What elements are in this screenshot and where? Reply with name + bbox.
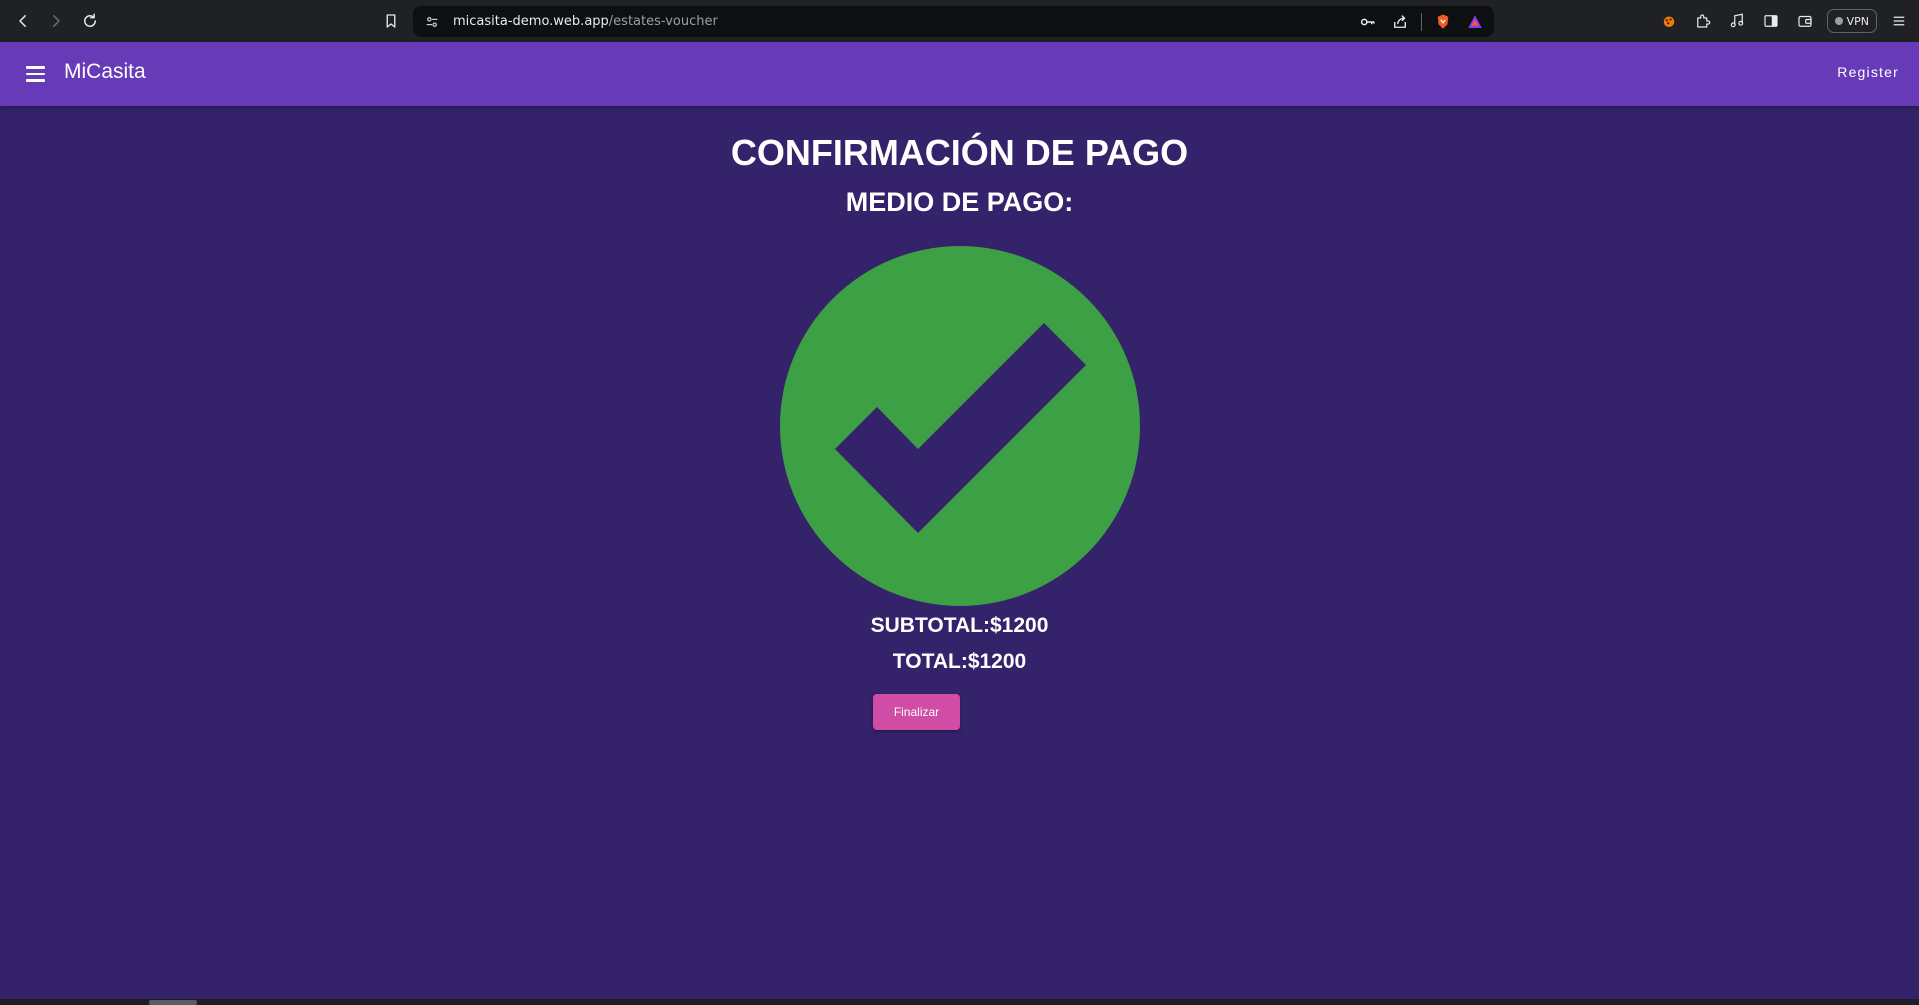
total-text: TOTAL:$1200 xyxy=(892,650,1027,673)
sidebar-toggle-icon[interactable] xyxy=(1759,9,1783,33)
divider xyxy=(1421,12,1422,31)
reload-button[interactable] xyxy=(78,9,102,33)
vpn-button[interactable]: VPN xyxy=(1826,9,1877,33)
register-button[interactable]: Register xyxy=(1837,64,1899,80)
check-circle-icon xyxy=(780,246,1140,606)
site-info-icon[interactable] xyxy=(421,11,443,33)
vpn-label: VPN xyxy=(1846,14,1869,28)
hamburger-menu-icon[interactable] xyxy=(26,62,54,86)
wallet-icon[interactable] xyxy=(1793,9,1817,33)
bookmark-icon xyxy=(386,14,396,28)
forward-button[interactable] xyxy=(44,9,68,33)
brave-shields-icon[interactable] xyxy=(1432,11,1454,33)
finish-button[interactable]: Finalizar xyxy=(873,694,960,730)
browser-toolbar: micasita-demo.web.app/estates-voucher VP… xyxy=(0,0,1919,42)
share-icon[interactable] xyxy=(1389,11,1411,33)
chevron-right-icon xyxy=(53,15,60,27)
page-title: CONFIRMACIÓN DE PAGO xyxy=(730,132,1189,173)
url-path: /estates-voucher xyxy=(608,14,718,29)
payment-method-heading: MEDIO DE PAGO: xyxy=(845,187,1074,217)
bookmark-button[interactable] xyxy=(379,9,403,33)
main-menu-icon[interactable] xyxy=(1887,9,1911,33)
app-toolbar: MiCasita Register xyxy=(0,42,1919,106)
reload-icon xyxy=(84,13,96,27)
voucher-content: CONFIRMACIÓN DE PAGO MEDIO DE PAGO: SUBT… xyxy=(0,106,1919,999)
key-icon[interactable] xyxy=(1357,11,1379,33)
url-text: micasita-demo.web.app/estates-voucher xyxy=(453,14,718,29)
extension-colorful-icon[interactable] xyxy=(1657,9,1681,33)
scrollbar-thumb[interactable] xyxy=(149,1000,197,1005)
brand-title[interactable]: MiCasita xyxy=(64,60,146,84)
brave-rewards-icon[interactable] xyxy=(1464,11,1486,33)
address-bar[interactable]: micasita-demo.web.app/estates-voucher xyxy=(413,6,1494,37)
vpn-status-icon xyxy=(1834,17,1843,25)
extensions-puzzle-icon[interactable] xyxy=(1691,9,1715,33)
horizontal-scrollbar[interactable] xyxy=(0,999,1919,1005)
back-button[interactable] xyxy=(11,9,35,33)
url-host: micasita-demo.web.app xyxy=(453,14,609,29)
subtotal-text: SUBTOTAL:$1200 xyxy=(870,614,1049,637)
media-music-icon[interactable] xyxy=(1725,9,1749,33)
chevron-left-icon xyxy=(19,15,26,27)
